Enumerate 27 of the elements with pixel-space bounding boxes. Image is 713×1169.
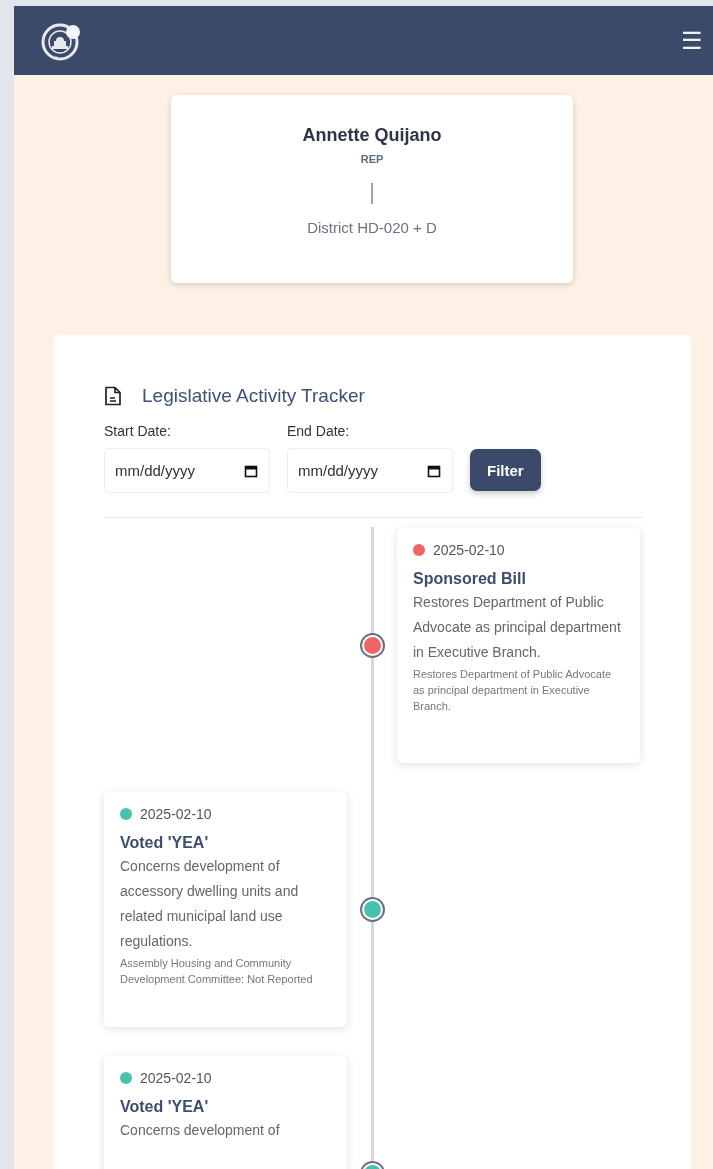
event-note: Restores Department of Public Advocate as principal department in Executive Branch. [413,667,613,714]
timeline-node [361,634,383,656]
filter-button[interactable]: Filter [470,449,541,491]
date-field[interactable]: mm/dd/yyyy [104,448,270,493]
event-description: Concerns development of accessory dwelling units and related municipal land use regulations. [120,857,300,951]
event-date: 2025-02-10 [140,806,212,822]
calendar-icon [244,464,258,478]
date-field[interactable]: mm/dd/yyyy [287,448,453,493]
separator-text: | [368,179,376,205]
tracker-title: Legislative Activity Tracker [142,385,365,407]
representative-name: Annette Quijano [301,125,443,146]
date-label: Start Date: [104,423,172,439]
event-date: 2025-02-10 [433,542,505,558]
event-title: Voted 'YEA' [120,834,210,852]
document-icon [104,386,122,406]
event-description: Concerns development of [120,1121,281,1140]
calendar-icon [427,464,441,478]
event-date: 2025-02-10 [140,1070,212,1086]
event-note: Assembly Housing and Community Development Committee: Not Reported [120,956,314,987]
timeline-node [361,898,383,920]
event-title: Voted 'YEA' [120,1098,210,1116]
event-title: Sponsored Bill [413,570,527,588]
district-label: District HD-020 + D [306,219,438,236]
date-label: End Date: [287,423,351,439]
event-description: Restores Department of Public Advocate as principal department in Executive Branch. [413,593,622,662]
role-label: REP [359,153,385,165]
menu-button[interactable]: ☰ [681,28,703,53]
